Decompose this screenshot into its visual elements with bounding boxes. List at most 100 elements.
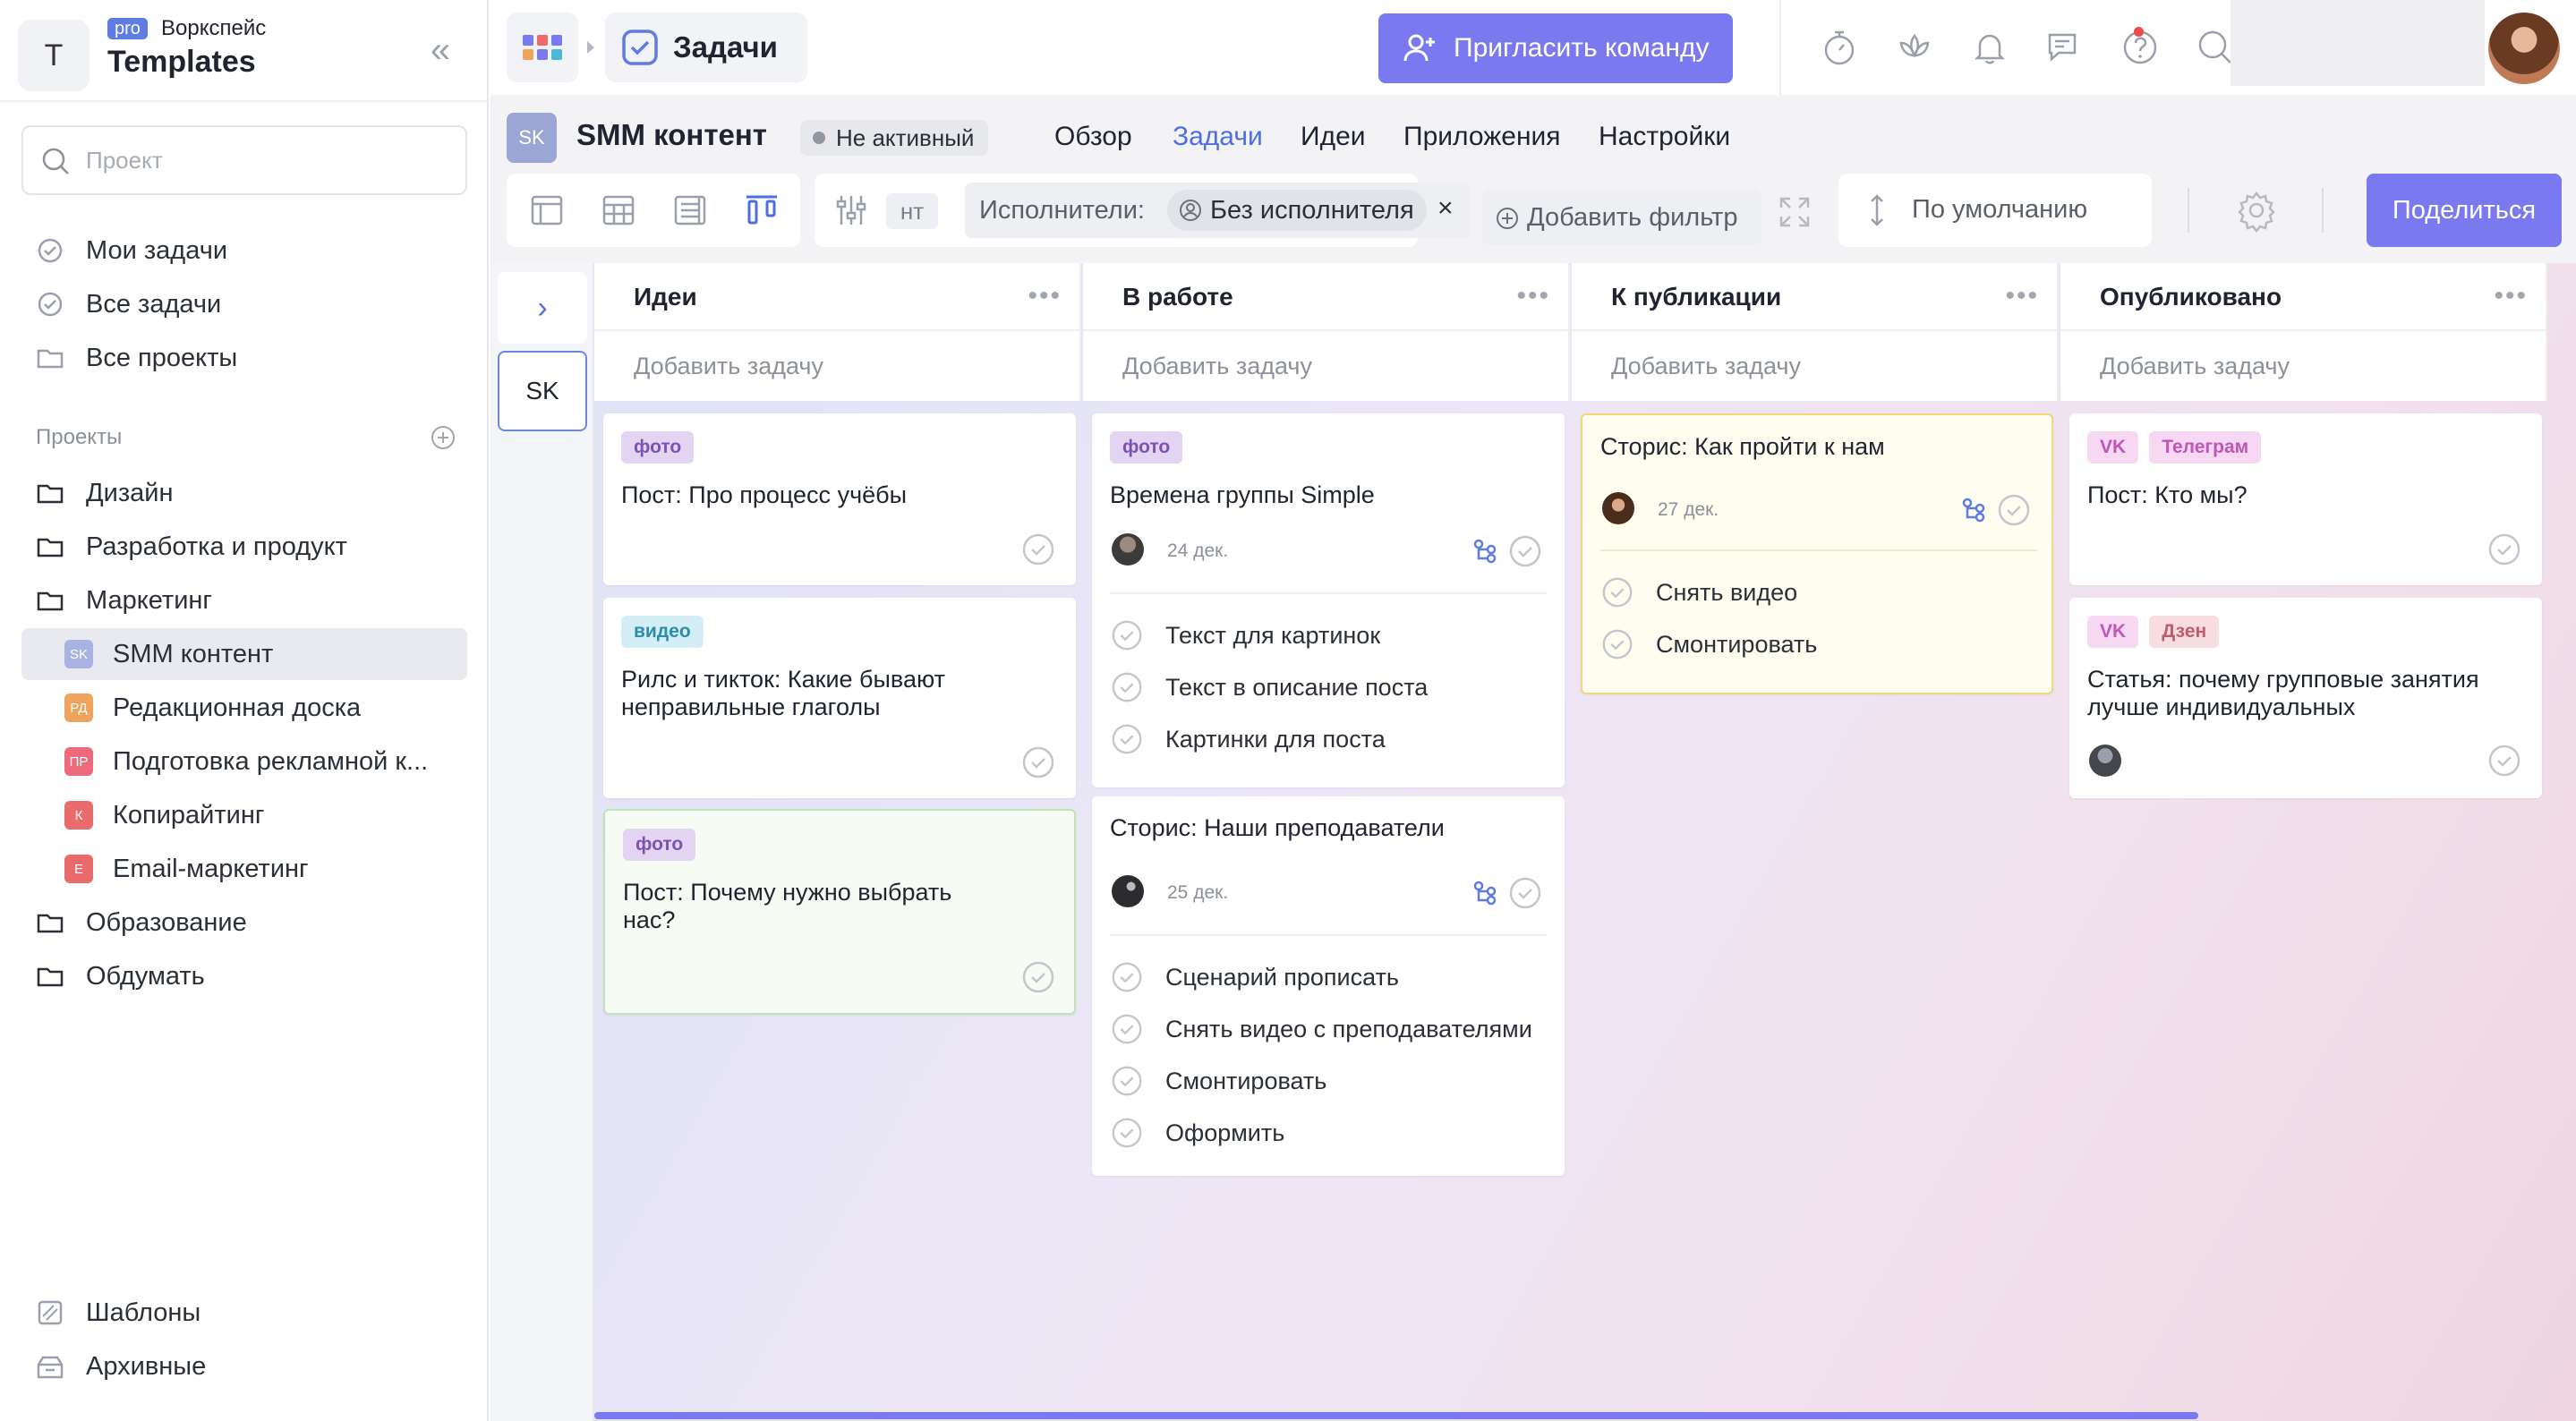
subtask-item[interactable]: Смонтировать — [1600, 625, 1817, 664]
column-menu-icon[interactable]: ••• — [2005, 281, 2039, 311]
tab-overview[interactable]: Обзор — [1054, 122, 1132, 152]
sort-dropdown[interactable]: По умолчанию — [1838, 174, 2152, 247]
user-avatar[interactable] — [2488, 13, 2560, 84]
complete-check-icon[interactable] — [1996, 492, 2032, 528]
subtask-item[interactable]: Текст для картинок — [1110, 616, 1380, 655]
assignee-avatar[interactable] — [1112, 875, 1144, 907]
subtask-item[interactable]: Смонтировать — [1110, 1061, 1326, 1101]
complete-check-icon[interactable] — [1507, 533, 1543, 569]
subtask-check-icon[interactable] — [1110, 618, 1144, 652]
subtask-check-icon[interactable] — [1600, 627, 1634, 661]
assignee-avatar[interactable] — [1112, 533, 1144, 566]
remove-filter-icon[interactable]: × — [1437, 193, 1454, 224]
subtasks-tree-icon[interactable] — [1471, 537, 1498, 564]
add-project-icon[interactable] — [430, 424, 456, 451]
task-card[interactable]: видео Рилс и тикток: Какие бывают неправ… — [603, 598, 1076, 798]
subtask-check-icon[interactable] — [1110, 722, 1144, 756]
task-card[interactable]: VK Дзен Статья: почему групповые занятия… — [2069, 598, 2542, 798]
subtask-check-icon[interactable] — [1110, 670, 1144, 704]
sidebar-project-ad-campaign[interactable]: ПР Подготовка рекламной к... — [21, 736, 467, 787]
filter-sliders-icon[interactable] — [832, 191, 870, 229]
complete-check-icon[interactable] — [1507, 875, 1543, 911]
assignee-avatar[interactable] — [1602, 492, 1634, 524]
subtask-item[interactable]: Текст в описание поста — [1110, 668, 1428, 707]
bell-icon[interactable] — [1969, 27, 2010, 68]
filter-chip-truncated[interactable]: нт — [886, 193, 938, 229]
view-list-icon[interactable] — [671, 191, 709, 229]
add-filter-button[interactable]: Добавить фильтр — [1482, 190, 1761, 245]
sidebar-item-all-tasks[interactable]: Все задачи — [21, 278, 467, 330]
subtasks-tree-icon[interactable] — [1960, 496, 1987, 523]
workspace-avatar[interactable]: T — [18, 20, 90, 91]
share-button[interactable]: Поделиться — [2367, 174, 2562, 247]
workspace-header[interactable]: T pro Воркспейс Templates « — [18, 13, 471, 91]
invite-team-button[interactable]: Пригласить команду — [1378, 13, 1733, 83]
task-card[interactable]: фото Пост: Почему нужно выбрать нас? — [603, 809, 1076, 1015]
complete-check-icon[interactable] — [2486, 532, 2522, 567]
subtask-item[interactable]: Снять видео — [1600, 573, 1797, 612]
complete-check-icon[interactable] — [1020, 745, 1056, 780]
subtask-check-icon[interactable] — [1110, 1012, 1144, 1046]
lotus-icon[interactable] — [1894, 27, 1935, 68]
sidebar-folder-education[interactable]: Образование — [21, 897, 467, 949]
subtasks-tree-icon[interactable] — [1471, 879, 1498, 906]
column-menu-icon[interactable]: ••• — [1028, 281, 1062, 311]
project-search-input[interactable]: Проект — [21, 125, 467, 195]
view-table-icon[interactable] — [600, 191, 637, 229]
tab-tasks[interactable]: Задачи — [1173, 122, 1263, 152]
assignee-filter-chip[interactable]: Исполнители: Без исполнителя × — [965, 183, 1470, 238]
task-card[interactable]: фото Времена группы Simple 24 дек. Текст… — [1092, 413, 1565, 787]
expand-panel-button[interactable]: › — [498, 272, 587, 344]
subtask-check-icon[interactable] — [1110, 1064, 1144, 1098]
sidebar-project-editorial[interactable]: РД Редакционная доска — [21, 682, 467, 734]
sidebar-folder-dev[interactable]: Разработка и продукт — [21, 521, 467, 573]
sidebar-folder-marketing[interactable]: Маркетинг — [21, 574, 467, 626]
view-kanban-icon[interactable] — [743, 191, 780, 229]
sidebar-folder-design[interactable]: Дизайн — [21, 467, 467, 519]
subtask-item[interactable]: Сценарий прописать — [1110, 957, 1399, 997]
subtask-item[interactable]: Картинки для поста — [1110, 719, 1386, 759]
tab-settings[interactable]: Настройки — [1599, 122, 1730, 152]
task-card[interactable]: Сторис: Наши преподаватели 25 дек. Сцена… — [1092, 796, 1565, 1176]
task-card[interactable]: Сторис: Как пройти к нам 27 дек. Снять в… — [1581, 413, 2053, 694]
subtask-item[interactable]: Снять видео с преподавателями — [1110, 1009, 1532, 1049]
timer-icon[interactable] — [1819, 27, 1860, 68]
column-menu-icon[interactable]: ••• — [2494, 281, 2528, 311]
status-badge[interactable]: Не активный — [800, 120, 989, 156]
sidebar-item-archive[interactable]: Архивные — [21, 1340, 467, 1392]
sidebar-item-my-tasks[interactable]: Мои задачи — [21, 225, 467, 277]
add-task-button[interactable]: Добавить задачу — [594, 331, 1081, 401]
workspace-name[interactable]: Templates — [107, 45, 256, 80]
assignee-avatar[interactable] — [2089, 745, 2121, 777]
chat-icon[interactable] — [2044, 27, 2086, 68]
subtask-check-icon[interactable] — [1600, 575, 1634, 609]
sidebar-project-email[interactable]: E Email-маркетинг — [21, 843, 467, 895]
view-gantt-icon[interactable] — [528, 191, 566, 229]
sidebar-project-copywriting[interactable]: К Копирайтинг — [21, 789, 467, 841]
gear-icon[interactable] — [2234, 188, 2279, 233]
column-menu-icon[interactable]: ••• — [1516, 281, 1550, 311]
assignee-filter-value[interactable]: Без исполнителя — [1167, 190, 1427, 231]
tab-apps[interactable]: Приложения — [1403, 122, 1561, 152]
add-task-button[interactable]: Добавить задачу — [1572, 331, 2059, 401]
sidebar-item-all-projects[interactable]: Все проекты — [21, 332, 467, 384]
subtask-check-icon[interactable] — [1110, 1116, 1144, 1150]
sidebar-project-smm[interactable]: SK SMM контент — [21, 628, 467, 680]
add-task-button[interactable]: Добавить задачу — [2060, 331, 2547, 401]
project-switch-button[interactable]: SK — [498, 351, 587, 431]
horizontal-scrollbar[interactable] — [594, 1412, 2198, 1419]
sidebar-item-templates[interactable]: Шаблоны — [21, 1287, 467, 1339]
task-card[interactable]: VK Телеграм Пост: Кто мы? — [2069, 413, 2542, 585]
tab-ideas[interactable]: Идеи — [1301, 122, 1366, 152]
complete-check-icon[interactable] — [1020, 959, 1056, 995]
add-task-button[interactable]: Добавить задачу — [1083, 331, 1570, 401]
breadcrumb-tasks[interactable]: Задачи — [605, 13, 807, 82]
subtask-item[interactable]: Оформить — [1110, 1113, 1284, 1153]
collapse-sidebar-icon[interactable]: « — [421, 32, 460, 72]
sidebar-folder-think[interactable]: Обдумать — [21, 950, 467, 1002]
expand-icon[interactable] — [1776, 193, 1813, 231]
complete-check-icon[interactable] — [1020, 532, 1056, 567]
subtask-check-icon[interactable] — [1110, 960, 1144, 994]
apps-grid-button[interactable] — [507, 13, 578, 82]
complete-check-icon[interactable] — [2486, 743, 2522, 779]
